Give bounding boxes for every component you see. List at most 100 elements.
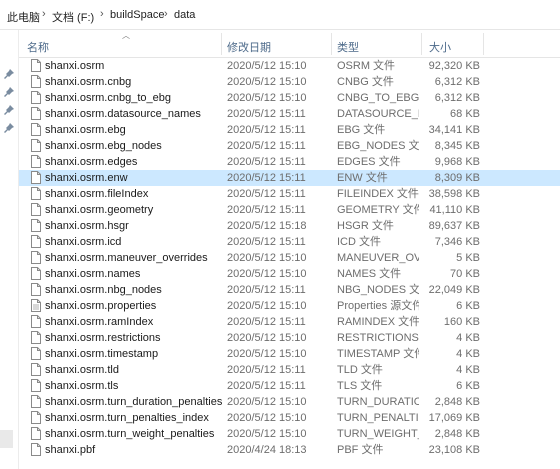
file-row[interactable]: shanxi.osrm.edges 2020/5/12 15:11 EDGES 文件… xyxy=(19,154,560,170)
file-type: PBF 文件 xyxy=(337,444,384,456)
file-date-modified: 2020/5/12 15:11 xyxy=(227,140,306,152)
file-name: shanxi.osrm.datasource_names xyxy=(45,108,201,120)
file-date-modified: 2020/5/12 15:11 xyxy=(227,204,306,216)
file-icon xyxy=(31,139,41,152)
breadcrumb-separator-icon[interactable]: › xyxy=(100,8,104,20)
file-type: Properties 源文件 xyxy=(337,300,419,312)
file-size: 9,968 KB xyxy=(434,156,480,168)
file-icon xyxy=(31,411,41,424)
file-type: NBG_NODES 文件 xyxy=(337,284,419,296)
file-icon xyxy=(31,75,41,88)
breadcrumb-data[interactable]: data xyxy=(174,9,195,21)
file-icon xyxy=(31,59,41,72)
breadcrumb-drive[interactable]: 文档 (F:) xyxy=(52,9,94,25)
file-row[interactable]: shanxi.osrm.tld 2020/5/12 15:11 TLD 文件 4 KB xyxy=(19,362,560,378)
file-type: EBG_NODES 文件 xyxy=(337,140,419,152)
file-row[interactable]: shanxi.osrm.maneuver_overrides 2020/5/12 … xyxy=(19,250,560,266)
navigation-pane xyxy=(0,30,19,469)
file-row[interactable]: shanxi.osrm.turn_weight_penalties 2020/5/… xyxy=(19,426,560,442)
file-date-modified: 2020/5/12 15:11 xyxy=(227,172,306,184)
file-row[interactable]: shanxi.osrm.properties 2020/5/12 15:10 Pro… xyxy=(19,298,560,314)
file-icon xyxy=(31,267,41,280)
file-row[interactable]: shanxi.osrm.datasource_names 2020/5/12 15… xyxy=(19,106,560,122)
file-icon xyxy=(31,187,41,200)
pin-icon[interactable] xyxy=(3,122,15,134)
file-size: 7,346 KB xyxy=(434,236,480,248)
file-type: EDGES 文件 xyxy=(337,156,401,168)
file-row[interactable]: shanxi.osrm.ramIndex 2020/5/12 15:11 RAMIN… xyxy=(19,314,560,330)
file-size: 4 KB xyxy=(456,332,480,344)
file-row[interactable]: shanxi.osrm.fileIndex 2020/5/12 15:11 FILE… xyxy=(19,186,560,202)
file-type: RESTRICTIONS ... xyxy=(337,332,419,344)
breadcrumb-this-pc[interactable]: 此电脑 xyxy=(7,9,40,25)
file-row[interactable]: shanxi.osrm.restrictions 2020/5/12 15:10 R… xyxy=(19,330,560,346)
file-row[interactable]: shanxi.osrm.names 2020/5/12 15:10 NAMES 文件… xyxy=(19,266,560,282)
file-size: 38,598 KB xyxy=(428,188,480,200)
file-icon xyxy=(31,235,41,248)
column-divider[interactable] xyxy=(331,33,332,55)
file-type: ENW 文件 xyxy=(337,172,388,184)
file-icon xyxy=(31,363,41,376)
file-row[interactable]: shanxi.osrm.ebg 2020/5/12 15:11 EBG 文件 34,1… xyxy=(19,122,560,138)
file-row[interactable]: shanxi.osrm.hsgr 2020/5/12 15:18 HSGR 文件 89… xyxy=(19,218,560,234)
column-divider[interactable] xyxy=(221,33,222,55)
file-name: shanxi.osrm.enw xyxy=(45,172,128,184)
column-header-date[interactable]: 修改日期 xyxy=(227,39,271,55)
file-type: NAMES 文件 xyxy=(337,268,402,280)
file-name: shanxi.osrm.icd xyxy=(45,236,122,248)
file-icon xyxy=(31,251,41,264)
file-name: shanxi.osrm.properties xyxy=(45,300,157,312)
file-date-modified: 2020/5/12 15:11 xyxy=(227,284,306,296)
file-row[interactable]: shanxi.osrm.cnbg 2020/5/12 15:10 CNBG 文件 6,… xyxy=(19,74,560,90)
file-date-modified: 2020/5/12 15:11 xyxy=(227,188,306,200)
file-icon xyxy=(31,123,41,136)
file-name: shanxi.osrm.names xyxy=(45,268,141,280)
file-type: OSRM 文件 xyxy=(337,60,396,72)
column-header-type[interactable]: 类型 xyxy=(337,39,359,55)
file-date-modified: 2020/5/12 15:10 xyxy=(227,300,307,312)
file-row[interactable]: shanxi.pbf 2020/4/24 18:13 PBF 文件 23,108 KB xyxy=(19,442,560,458)
navigation-pane-scrollbar[interactable] xyxy=(0,430,13,448)
column-header-size[interactable]: 大小 xyxy=(429,39,451,55)
file-row[interactable]: shanxi.osrm.cnbg_to_ebg 2020/5/12 15:10 CN… xyxy=(19,90,560,106)
file-icon xyxy=(31,331,41,344)
pin-icon[interactable] xyxy=(3,104,15,116)
file-row[interactable]: shanxi.osrm.timestamp 2020/5/12 15:10 TIME… xyxy=(19,346,560,362)
file-row[interactable]: shanxi.osrm.turn_duration_penalties 2020/… xyxy=(19,394,560,410)
file-icon xyxy=(31,219,41,232)
file-name: shanxi.osrm.hsgr xyxy=(45,220,129,232)
file-date-modified: 2020/5/12 15:10 xyxy=(227,412,307,424)
file-icon xyxy=(31,203,41,216)
file-type: FILEINDEX 文件 xyxy=(337,188,419,200)
breadcrumb-separator-icon[interactable]: › xyxy=(42,8,46,20)
column-divider[interactable] xyxy=(421,33,422,55)
file-row[interactable]: shanxi.osrm.tls 2020/5/12 15:11 TLS 文件 6 KB xyxy=(19,378,560,394)
file-row[interactable]: shanxi.osrm 2020/5/12 15:10 OSRM 文件 92,320 … xyxy=(19,58,560,74)
file-size: 68 KB xyxy=(450,108,480,120)
breadcrumb-separator-icon[interactable]: › xyxy=(164,8,168,20)
pin-icon[interactable] xyxy=(3,68,15,80)
file-icon xyxy=(31,443,41,456)
pin-icon[interactable] xyxy=(3,86,15,98)
file-date-modified: 2020/5/12 15:11 xyxy=(227,316,306,328)
file-row[interactable]: shanxi.osrm.geometry 2020/5/12 15:11 GEOME… xyxy=(19,202,560,218)
file-name: shanxi.osrm.ebg xyxy=(45,124,126,136)
file-row[interactable]: shanxi.osrm.icd 2020/5/12 15:11 ICD 文件 7,34… xyxy=(19,234,560,250)
file-row[interactable]: shanxi.osrm.nbg_nodes 2020/5/12 15:11 NBG_… xyxy=(19,282,560,298)
file-date-modified: 2020/5/12 15:10 xyxy=(227,76,307,88)
column-header-name[interactable]: 名称 xyxy=(27,39,49,55)
file-date-modified: 2020/5/12 15:11 xyxy=(227,156,306,168)
file-type: RAMINDEX 文件 xyxy=(337,316,419,328)
file-size: 34,141 KB xyxy=(428,124,480,136)
file-size: 160 KB xyxy=(443,316,480,328)
breadcrumb-buildspace[interactable]: buildSpace xyxy=(110,9,164,21)
file-type: ICD 文件 xyxy=(337,236,381,248)
column-divider[interactable] xyxy=(483,33,484,55)
file-name: shanxi.osrm.ebg_nodes xyxy=(45,140,162,152)
file-name: shanxi.osrm xyxy=(45,60,105,72)
file-row[interactable]: shanxi.osrm.turn_penalties_index 2020/5/1… xyxy=(19,410,560,426)
file-row[interactable]: shanxi.osrm.ebg_nodes 2020/5/12 15:11 EBG_… xyxy=(19,138,560,154)
file-size: 6,312 KB xyxy=(434,76,480,88)
file-row[interactable]: shanxi.osrm.enw 2020/5/12 15:11 ENW 文件 8,30… xyxy=(19,170,560,186)
file-type: GEOMETRY 文件 xyxy=(337,204,419,216)
